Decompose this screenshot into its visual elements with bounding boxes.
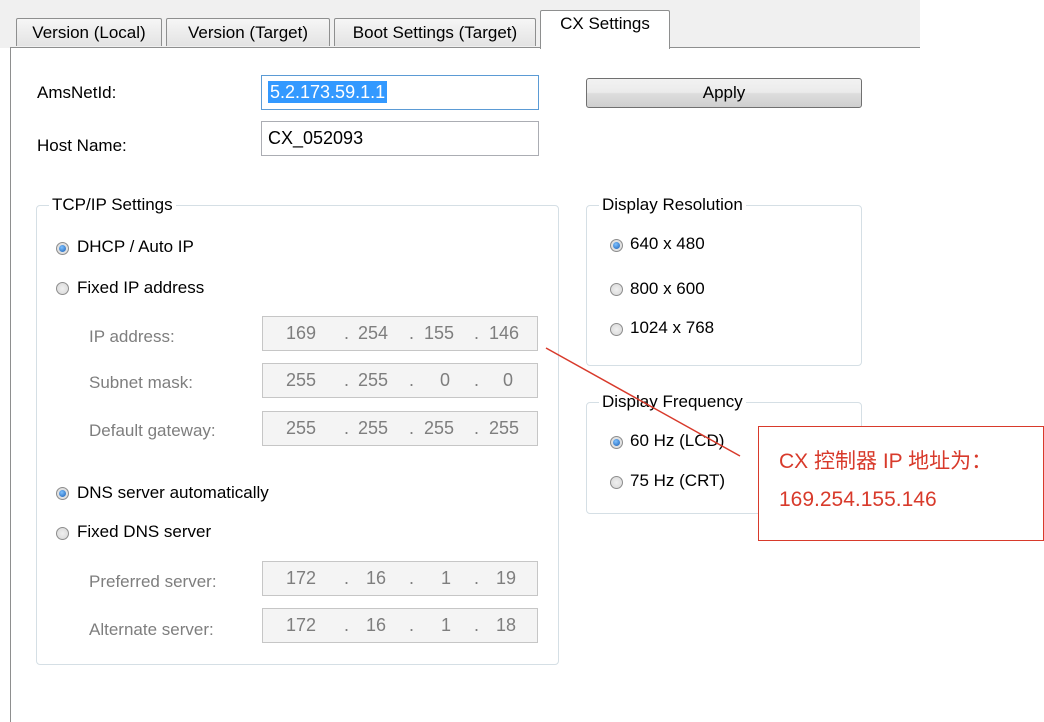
annotation-line-2: 169.254.155.146 xyxy=(779,488,937,511)
annotation-arrow-line xyxy=(545,347,741,457)
annotation-arrow xyxy=(545,347,741,457)
annotation-callout: CX 控制器 IP 地址为： 169.254.155.146 xyxy=(758,426,1044,541)
annotation-line-1: CX 控制器 IP 地址为： xyxy=(779,450,993,473)
annotation-text: CX 控制器 IP 地址为： 169.254.155.146 xyxy=(779,443,992,519)
